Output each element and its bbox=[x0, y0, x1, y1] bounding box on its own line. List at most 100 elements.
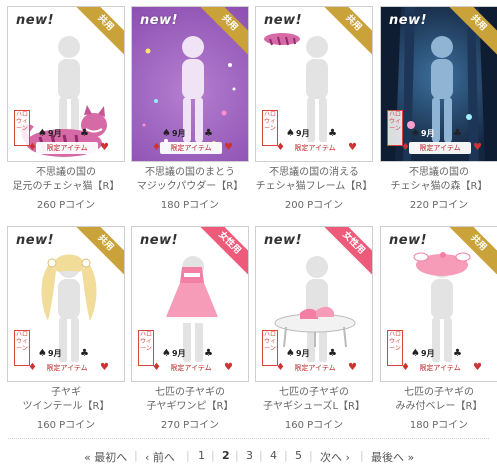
item-name[interactable]: 不思議の国のまとう マジックパウダー【R】 bbox=[125, 166, 255, 194]
new-badge: new! bbox=[16, 233, 55, 248]
pager-separator: | bbox=[259, 449, 263, 462]
item-thumbnail[interactable]: new! 女性用 ハロウィーン ♠ 9月 ♣ ♦ 限定アイテム ♥ bbox=[255, 226, 373, 382]
sparkle-icon bbox=[142, 48, 236, 145]
club-icon: ♣ bbox=[80, 128, 89, 139]
item-thumbnail[interactable]: new! 共用 ハロウィーン ♠ 9月 ♣ ♦ 限定アイテム ♥ bbox=[380, 6, 497, 162]
item-name-line2[interactable]: マジックパウダー【R】 bbox=[125, 180, 255, 194]
club-icon: ♣ bbox=[328, 128, 337, 139]
heart-icon: ♥ bbox=[224, 362, 233, 373]
item-thumbnail[interactable]: new! 共用 ハロウィーン ♠ 9月 ♣ ♦ 限定アイテム ♥ bbox=[380, 226, 497, 382]
item-name-line1[interactable]: 不思議の国の bbox=[374, 166, 497, 180]
spade-icon: ♠ bbox=[38, 128, 47, 139]
item-name-line2[interactable]: チェシャ猫フレーム【R】 bbox=[249, 180, 379, 194]
page-current-2: 2 bbox=[222, 449, 230, 462]
new-badge: new! bbox=[16, 13, 55, 28]
club-icon: ♣ bbox=[328, 348, 337, 359]
new-badge: new! bbox=[264, 233, 303, 248]
item-name-line2[interactable]: みみ付ベレー【R】 bbox=[374, 400, 497, 414]
halloween-stamp: ハロウィーン bbox=[138, 330, 154, 366]
heart-icon: ♥ bbox=[473, 362, 482, 373]
heart-icon: ♥ bbox=[100, 142, 109, 153]
prev-page-link[interactable]: ‹ 前へ bbox=[145, 449, 175, 465]
item-name[interactable]: 不思議の国の消える チェシャ猫フレーム【R】 bbox=[249, 166, 379, 194]
item-name-line1[interactable]: 七匹の子ヤギの bbox=[374, 386, 497, 400]
limited-item-label: 限定アイテム bbox=[36, 362, 98, 374]
pink-dress-icon bbox=[166, 267, 218, 323]
limited-item-label: 限定アイテム bbox=[409, 362, 471, 374]
item-price: 180 Pコイン bbox=[409, 420, 469, 431]
item-name-line1[interactable]: 子ヤギ bbox=[1, 386, 131, 400]
club-icon: ♣ bbox=[453, 348, 462, 359]
pager-separator: | bbox=[284, 449, 288, 462]
spade-icon: ♠ bbox=[162, 128, 171, 139]
item-price: 260 Pコイン bbox=[36, 200, 96, 211]
item-price: 160 Pコイン bbox=[284, 420, 344, 431]
item-name-line2[interactable]: 子ヤギワンピ【R】 bbox=[125, 400, 255, 414]
first-page-link[interactable]: « 最初へ bbox=[84, 449, 127, 465]
month-label: 9月 bbox=[172, 129, 186, 138]
page-link-5[interactable]: 5 bbox=[295, 449, 302, 462]
spade-icon: ♠ bbox=[411, 128, 420, 139]
new-badge: new! bbox=[264, 13, 303, 28]
item-name[interactable]: 不思議の国の 足元のチェシャ猫【R】 bbox=[1, 166, 131, 194]
club-icon: ♣ bbox=[453, 128, 462, 139]
item-name-line2[interactable]: 子ヤギシューズL【R】 bbox=[249, 400, 379, 414]
limited-item-label: 限定アイテム bbox=[284, 362, 346, 374]
month-label: 9月 bbox=[421, 129, 435, 138]
item-name-line1[interactable]: 七匹の子ヤギの bbox=[249, 386, 379, 400]
shoes-on-table-icon bbox=[274, 306, 356, 348]
halloween-stamp: ハロウィーン bbox=[262, 330, 278, 366]
limited-item-label: 限定アイテム bbox=[36, 142, 98, 154]
item-name-line1[interactable]: 不思議の国の消える bbox=[249, 166, 379, 180]
pager-separator: | bbox=[134, 449, 138, 462]
month-label: 9月 bbox=[296, 129, 310, 138]
item-price: 220 Pコイン bbox=[409, 200, 469, 211]
last-page-link[interactable]: 最後へ » bbox=[371, 449, 414, 465]
item-name-line1[interactable]: 不思議の国のまとう bbox=[125, 166, 255, 180]
limited-item-label: 限定アイテム bbox=[160, 362, 222, 374]
item-price: 200 Pコイン bbox=[284, 200, 344, 211]
item-name[interactable]: 子ヤギ ツインテール【R】 bbox=[1, 386, 131, 414]
heart-icon: ♥ bbox=[348, 142, 357, 153]
halloween-stamp: ハロウィーン bbox=[387, 110, 403, 146]
club-icon: ♣ bbox=[204, 128, 213, 139]
new-badge: new! bbox=[140, 233, 179, 248]
limited-item-label: 限定アイテム bbox=[160, 142, 222, 154]
item-name-line1[interactable]: 不思議の国の bbox=[1, 166, 131, 180]
pager-separator: | bbox=[235, 449, 239, 462]
spade-icon: ♠ bbox=[162, 348, 171, 359]
item-name-line1[interactable]: 七匹の子ヤギの bbox=[125, 386, 255, 400]
item-thumbnail[interactable]: new! 共用 ハロウィーン ♠ 9月 ♣ ♦ 限定アイテム ♥ bbox=[7, 6, 125, 162]
item-name[interactable]: 七匹の子ヤギの 子ヤギシューズL【R】 bbox=[249, 386, 379, 414]
limited-item-label: 限定アイテム bbox=[409, 142, 471, 154]
item-thumbnail[interactable]: new! 共用 ハロウィーン ♠ 9月 ♣ ♦ 限定アイテム ♥ bbox=[255, 6, 373, 162]
month-label: 9月 bbox=[296, 349, 310, 358]
pager-divider bbox=[8, 438, 489, 439]
item-thumbnail[interactable]: new! 共用 ♠ 9月 ♣ ♦ 限定アイテム ♥ bbox=[131, 6, 249, 162]
item-name-line2[interactable]: ツインテール【R】 bbox=[1, 400, 131, 414]
item-name-line2[interactable]: 足元のチェシャ猫【R】 bbox=[1, 180, 131, 194]
new-badge: new! bbox=[389, 13, 428, 28]
item-name[interactable]: 七匹の子ヤギの みみ付ベレー【R】 bbox=[374, 386, 497, 414]
twintail-hair-icon bbox=[41, 254, 97, 321]
limited-item-label: 限定アイテム bbox=[284, 142, 346, 154]
month-label: 9月 bbox=[48, 349, 62, 358]
item-name[interactable]: 不思議の国の チェシャ猫の森【R】 bbox=[374, 166, 497, 194]
item-price: 180 Pコイン bbox=[160, 200, 220, 211]
pager-separator: | bbox=[309, 449, 313, 462]
heart-icon: ♥ bbox=[100, 362, 109, 373]
month-label: 9月 bbox=[421, 349, 435, 358]
pager-separator: | bbox=[186, 449, 190, 462]
page-link-1[interactable]: 1 bbox=[198, 449, 205, 462]
next-page-link[interactable]: 次へ › bbox=[320, 449, 350, 465]
halloween-stamp: ハロウィーン bbox=[262, 110, 278, 146]
item-thumbnail[interactable]: new! 女性用 ハロウィーン ♠ 9月 ♣ ♦ 限定アイテム ♥ bbox=[131, 226, 249, 382]
item-name-line2[interactable]: チェシャ猫の森【R】 bbox=[374, 180, 497, 194]
page-link-3[interactable]: 3 bbox=[246, 449, 253, 462]
item-thumbnail[interactable]: new! 共用 ハロウィーン ♠ 9月 ♣ ♦ 限定アイテム ♥ bbox=[7, 226, 125, 382]
club-icon: ♣ bbox=[80, 348, 89, 359]
page-link-4[interactable]: 4 bbox=[270, 449, 277, 462]
item-name[interactable]: 七匹の子ヤギの 子ヤギワンピ【R】 bbox=[125, 386, 255, 414]
club-icon: ♣ bbox=[204, 348, 213, 359]
heart-icon: ♥ bbox=[224, 142, 233, 153]
